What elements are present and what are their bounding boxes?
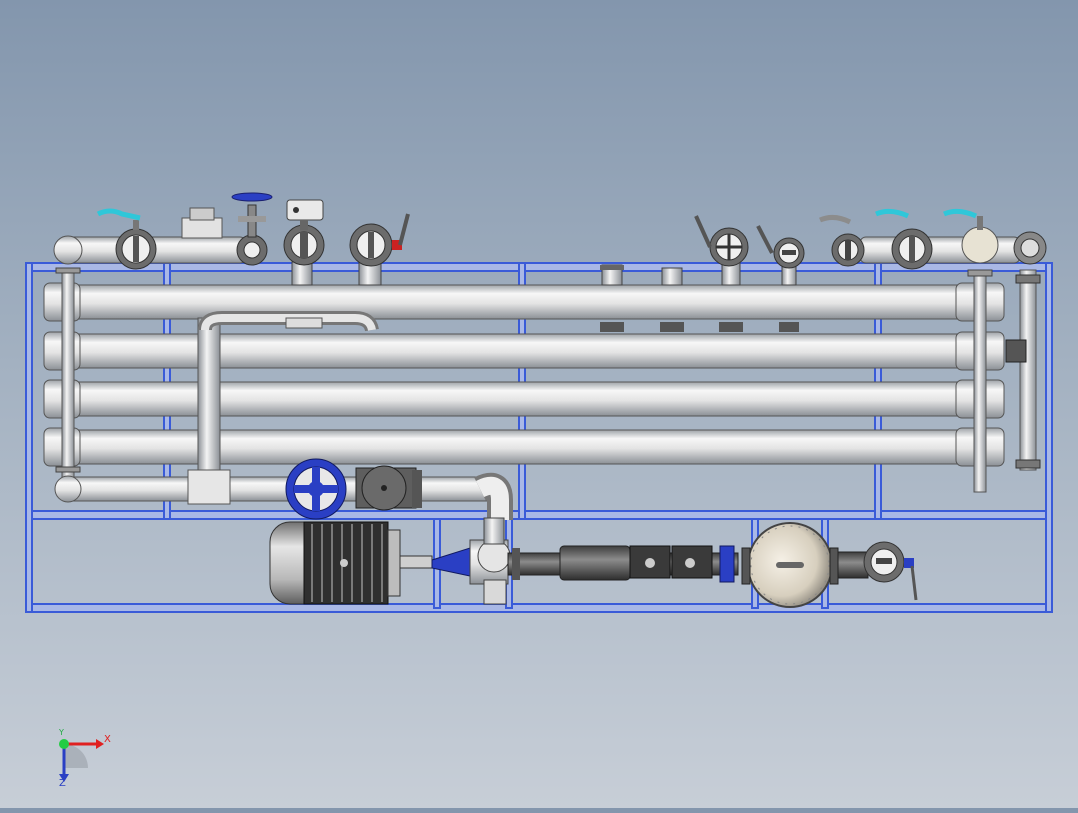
discharge-line [507,545,739,583]
top-header-right [859,226,1047,265]
butterfly-valve-4[interactable] [819,214,865,267]
triad-y-label: Y [59,728,64,737]
triad-x-label: X [104,734,111,745]
triad-z-label: Z [59,778,66,789]
butterfly-valve-2[interactable] [694,215,749,267]
outlet-butterfly-valve[interactable] [837,541,918,601]
membrane-tube-2 [43,331,1005,371]
butterfly-valve-3[interactable] [756,225,805,269]
membrane-tube-4 [43,427,1005,467]
membrane-skid-drawing [25,192,1053,613]
y-axis-dot [59,739,69,749]
check-valve[interactable] [355,465,422,511]
membrane-tube-3 [43,379,1005,419]
membrane-tube-1 [43,282,1005,322]
butterfly-valve-6[interactable] [943,208,983,230]
electric-motor [269,521,433,605]
globe-valve-handwheel[interactable] [231,192,273,266]
cad-viewport[interactable]: X Y Z [0,0,1078,808]
centrifugal-pump [431,517,511,605]
butterfly-valve-red-handle[interactable] [349,213,410,267]
actuated-butterfly-valve[interactable] [283,199,325,266]
blue-gate-valve[interactable] [285,458,347,520]
